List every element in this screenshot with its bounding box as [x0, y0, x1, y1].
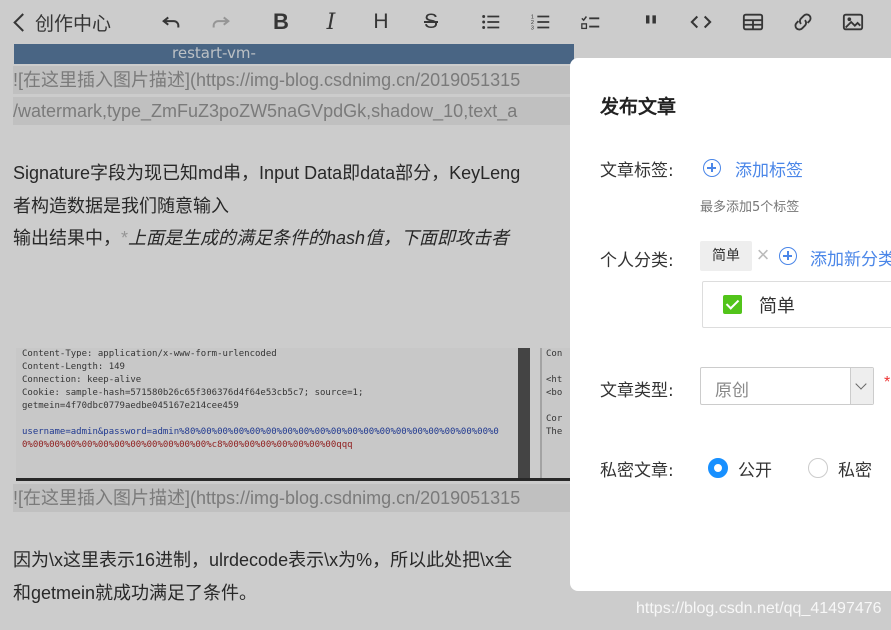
category-tag: 简单 [700, 241, 752, 271]
add-tag-button[interactable]: 添加标签 [735, 156, 803, 181]
add-category-button[interactable]: 添加新分类 [810, 245, 891, 270]
category-label: 个人分类: [600, 251, 674, 271]
close-icon[interactable]: × [754, 244, 772, 266]
type-label: 文章类型: [600, 381, 674, 401]
public-option-label: 公开 [738, 461, 772, 481]
tag-hint: 最多添加5个标签 [700, 200, 800, 215]
article-type-select[interactable]: 原创 [700, 367, 874, 405]
publish-dialog: 发布文章 文章标签: 添加标签 最多添加5个标签 个人分类: 简单 × 添加新分… [570, 58, 891, 591]
private-label: 私密文章: [600, 461, 674, 481]
private-option-label: 私密 [838, 461, 872, 481]
watermark-text: https://blog.csdn.net/qq_41497476 [636, 600, 882, 617]
category-options: 简单 [702, 281, 891, 328]
plus-circle-icon[interactable] [703, 159, 721, 177]
dialog-title: 发布文章 [600, 96, 677, 118]
checkbox-checked-icon[interactable] [723, 295, 742, 314]
required-mark: * [884, 374, 891, 391]
radio-private[interactable] [808, 458, 828, 478]
chevron-down-icon[interactable] [850, 368, 873, 404]
article-type-value: 原创 [715, 381, 749, 401]
tags-label: 文章标签: [600, 161, 674, 181]
category-option-label: 简单 [759, 296, 795, 317]
plus-circle-icon[interactable] [779, 247, 797, 265]
radio-public[interactable] [708, 458, 728, 478]
